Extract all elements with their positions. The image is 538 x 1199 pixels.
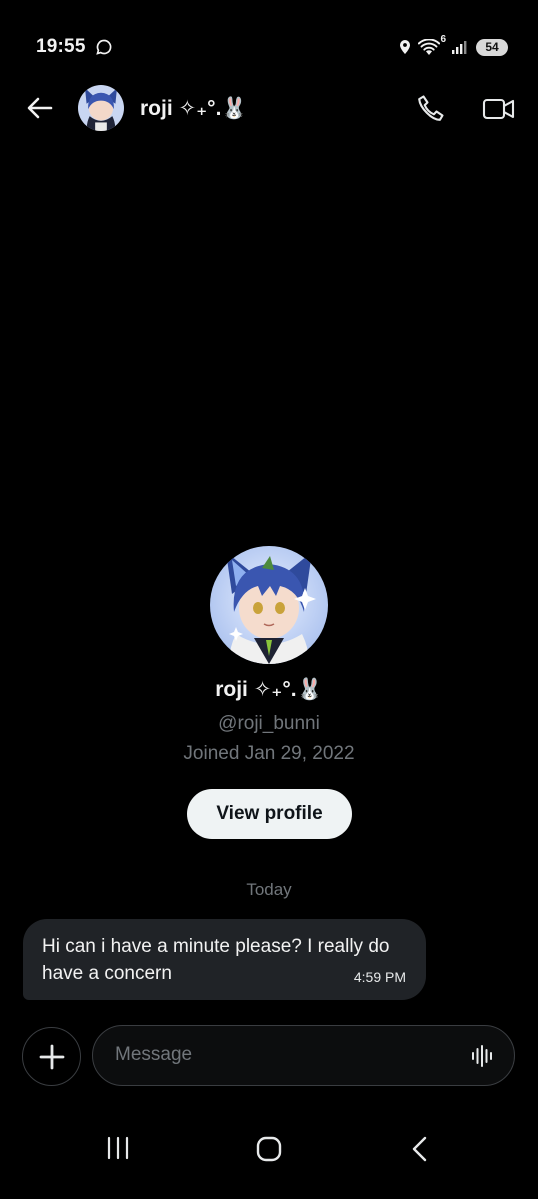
network-label: 6 xyxy=(440,34,446,45)
status-bar: 19:55 6 54 xyxy=(0,0,538,92)
status-time: 19:55 xyxy=(36,36,86,57)
profile-handle: @roji_bunni xyxy=(218,713,320,734)
avatar-image xyxy=(210,546,328,664)
add-attachment-button[interactable] xyxy=(22,1027,81,1086)
voice-waveform-icon xyxy=(472,1045,492,1067)
system-navigation-bar xyxy=(0,1115,538,1185)
wifi-icon xyxy=(418,39,440,55)
chevron-left-icon xyxy=(412,1136,427,1162)
recent-apps-icon xyxy=(107,1136,129,1160)
day-separator: Today xyxy=(246,880,292,899)
conversation-header: roji ✧₊°.🐰 xyxy=(0,80,538,136)
call-button[interactable] xyxy=(414,92,448,126)
message-timestamp: 4:59 PM xyxy=(353,969,406,985)
battery-indicator: 54 xyxy=(476,38,508,56)
received-message[interactable]: Hi can i have a minute please? I really … xyxy=(23,919,426,1000)
view-profile-button[interactable]: View profile xyxy=(187,789,352,839)
message-input[interactable] xyxy=(115,1026,455,1084)
home-icon xyxy=(256,1136,282,1162)
back-button[interactable] xyxy=(24,92,56,124)
chat-notification-icon xyxy=(96,39,112,55)
contact-avatar[interactable] xyxy=(78,85,124,131)
recent-apps-button[interactable] xyxy=(105,1135,131,1161)
voice-message-button[interactable] xyxy=(470,1043,496,1069)
avatar-image xyxy=(78,85,124,131)
video-call-button[interactable] xyxy=(482,94,516,124)
location-icon xyxy=(400,40,410,54)
wifi-indicator: 6 xyxy=(418,34,446,57)
profile-name: roji ✧₊°.🐰 xyxy=(215,678,323,701)
message-composer[interactable] xyxy=(92,1025,515,1086)
home-button[interactable] xyxy=(255,1135,283,1163)
profile-avatar[interactable] xyxy=(210,546,328,664)
contact-name[interactable]: roji ✧₊°.🐰 xyxy=(140,96,248,121)
status-indicators: 6 54 xyxy=(398,34,508,58)
arrow-left-icon xyxy=(27,97,53,119)
system-back-button[interactable] xyxy=(408,1135,432,1163)
plus-icon xyxy=(39,1044,64,1069)
video-camera-icon xyxy=(482,98,515,120)
phone-icon xyxy=(418,95,444,121)
profile-joined-date: Joined Jan 29, 2022 xyxy=(183,743,355,764)
signal-icon xyxy=(452,41,467,54)
